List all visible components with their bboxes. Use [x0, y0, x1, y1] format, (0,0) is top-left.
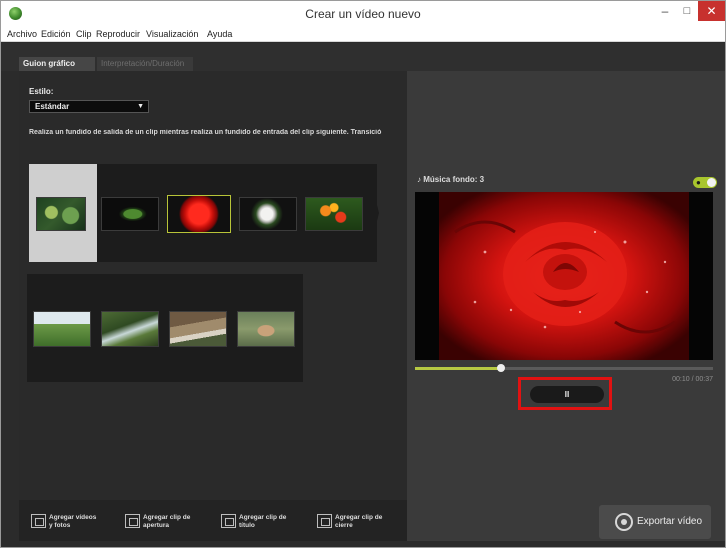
clip-thumbnail[interactable] [101, 197, 159, 231]
add-closing-clip-button[interactable]: Agregar clip de cierre [317, 502, 401, 540]
pause-icon: II [564, 390, 570, 399]
title-bar: Crear un vídeo nuevo – □ ✕ [1, 1, 725, 27]
add-closing-clip-label: Agregar clip de cierre [335, 514, 383, 529]
menu-archivo[interactable]: Archivo [7, 29, 37, 39]
add-videos-photos-label: Agregar vídeos y fotos [49, 514, 97, 529]
music-toggle[interactable]: ● [693, 177, 717, 188]
add-title-clip-label: Agregar clip de título [239, 514, 287, 529]
style-label: Estilo: [29, 87, 54, 96]
menu-visualizacion[interactable]: Visualización [146, 29, 198, 39]
add-opening-clip-button[interactable]: Agregar clip de apertura [125, 502, 209, 540]
pause-button[interactable]: II [530, 386, 604, 403]
clip-thumbnail[interactable] [33, 311, 91, 347]
add-title-clip-button[interactable]: Agregar clip de título [221, 502, 305, 540]
progress-fill [415, 367, 502, 370]
film-reel-icon [615, 513, 633, 531]
toggle-knob [707, 178, 716, 187]
add-videos-photos-button[interactable]: Agregar vídeos y fotos [31, 502, 115, 540]
menu-clip[interactable]: Clip [76, 29, 92, 39]
tab-storyboard[interactable]: Guion gráfico [19, 57, 95, 71]
maximize-button[interactable]: □ [676, 1, 698, 21]
closing-clip-icon [317, 514, 332, 528]
add-opening-clip-label: Agregar clip de apertura [143, 514, 191, 529]
transition-description: Realiza un fundido de salida de un clip … [29, 129, 382, 136]
menu-ayuda[interactable]: Ayuda [207, 29, 232, 39]
clip-thumbnail[interactable] [237, 311, 295, 347]
menu-edicion[interactable]: Edición [41, 29, 71, 39]
rose-preview-image [415, 192, 713, 360]
video-preview[interactable] [415, 192, 713, 360]
toggle-on-icon: ● [696, 178, 701, 187]
title-clip-icon [221, 514, 236, 528]
clip-thumbnail[interactable] [36, 197, 86, 231]
strip-arrow-shape [367, 164, 379, 262]
background-music-label: ♪ Música fondo: 3 [417, 175, 485, 184]
close-button[interactable]: ✕ [698, 1, 725, 21]
chevron-down-icon: ▼ [137, 103, 144, 110]
window-title: Crear un vídeo nuevo [305, 7, 421, 21]
clip-thumbnail[interactable] [305, 197, 363, 231]
menu-reproducir[interactable]: Reproducir [96, 29, 140, 39]
add-media-icon [31, 514, 46, 528]
style-dropdown-value: Estándar [35, 102, 70, 111]
clip-thumbnail[interactable] [101, 311, 159, 347]
opening-clip-icon [125, 514, 140, 528]
app-window: Crear un vídeo nuevo – □ ✕ Archivo Edici… [0, 0, 726, 548]
playback-time: 00:10 / 00:37 [672, 376, 713, 383]
clip-thumbnail[interactable] [239, 197, 297, 231]
minimize-button[interactable]: – [654, 1, 676, 21]
export-video-label: Exportar vídeo [637, 516, 703, 527]
menu-bar: Archivo Edición Clip Reproducir Visualiz… [1, 27, 725, 42]
tab-bar: Guion gráfico Interpretación/Duración [1, 43, 725, 71]
tab-interpretation-duration[interactable]: Interpretación/Duración [97, 57, 193, 71]
style-dropdown[interactable]: Estándar ▼ [29, 100, 149, 113]
clip-thumbnail-selected[interactable] [167, 195, 231, 233]
export-video-button[interactable]: Exportar vídeo [599, 505, 711, 539]
playback-progress-bar[interactable] [415, 364, 713, 372]
clip-thumbnail[interactable] [169, 311, 227, 347]
